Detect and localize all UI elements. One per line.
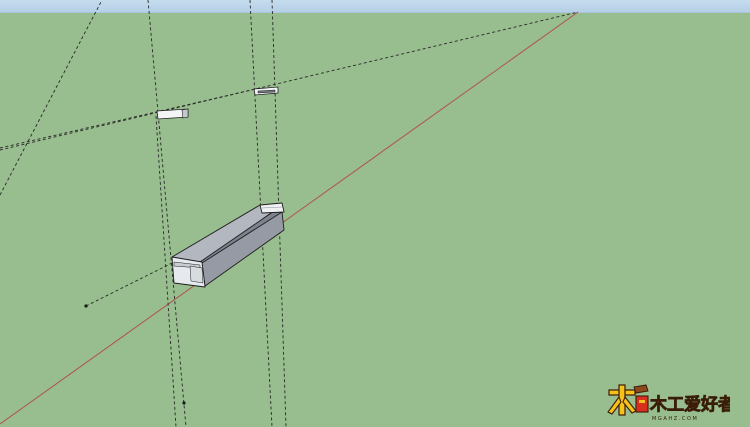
bracket-left[interactable] bbox=[156, 108, 189, 120]
rail-model[interactable] bbox=[171, 202, 285, 288]
wood-character-icon bbox=[607, 384, 649, 416]
guide-line-diagonal-a bbox=[0, 0, 103, 196]
logo-watermark: 木工爱好者 M G A H Z . C O M bbox=[607, 384, 730, 422]
guide-line-diagonal-b bbox=[0, 11, 579, 151]
guide-point-b[interactable] bbox=[182, 401, 186, 405]
guide-lines bbox=[0, 0, 579, 427]
guide-point-a[interactable] bbox=[84, 304, 88, 308]
scene-canvas[interactable] bbox=[0, 0, 750, 427]
guide-line-vertical-a bbox=[147, 0, 187, 427]
logo-text: 木工爱好者 bbox=[649, 394, 730, 415]
red-axis-line bbox=[0, 11, 579, 425]
guide-line-to-point-a bbox=[85, 261, 175, 307]
logo-url-text: M G A H Z . C O M bbox=[652, 416, 697, 422]
guide-line-diagonal-c bbox=[0, 87, 261, 149]
modeling-viewport[interactable]: 木工爱好者 M G A H Z . C O M bbox=[0, 0, 750, 427]
